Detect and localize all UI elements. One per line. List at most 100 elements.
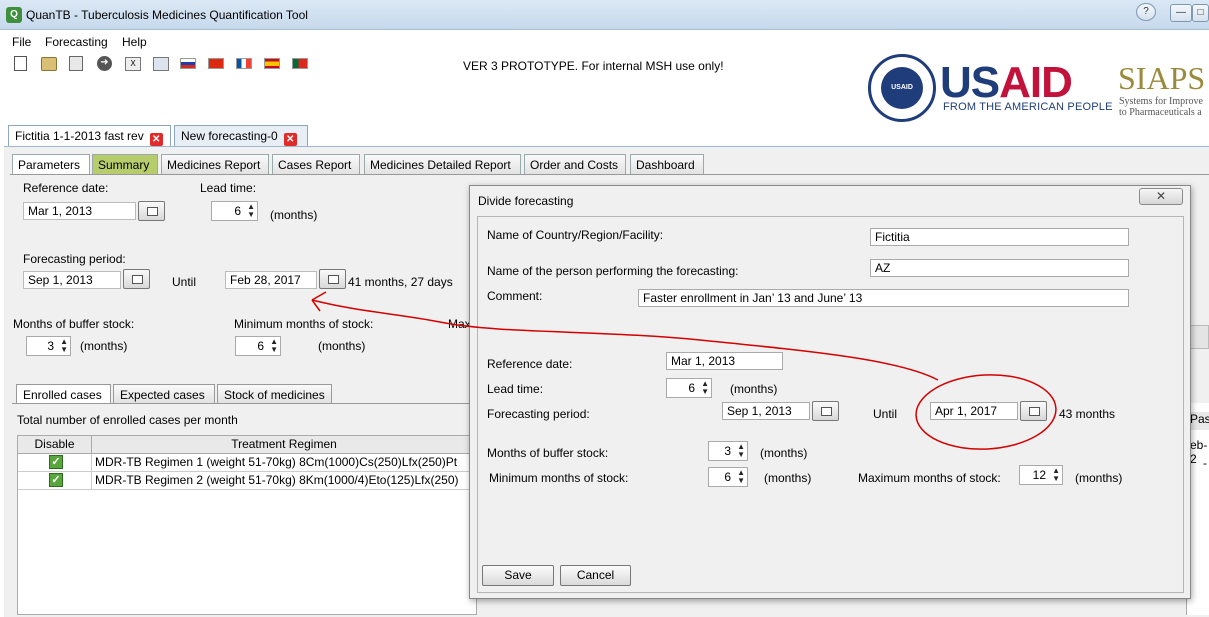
tab-cases-report[interactable]: Cases Report [272, 154, 360, 174]
disable-checkbox[interactable]: ✓ [49, 455, 63, 469]
cancel-button[interactable]: Cancel [560, 565, 631, 586]
reference-date-field[interactable]: Mar 1, 2013 [23, 202, 136, 220]
min-stock-unit: (months) [318, 339, 366, 353]
minimize-button[interactable]: — [1170, 4, 1192, 22]
column-header-regimen[interactable]: Treatment Regimen [92, 436, 476, 454]
tab-medicines-detailed-report[interactable]: Medicines Detailed Report [364, 154, 521, 174]
min-stock-label: Minimum months of stock: [234, 317, 374, 331]
tab-dashboard[interactable]: Dashboard [630, 154, 704, 174]
period-length: 41 months, 27 days [348, 275, 453, 289]
calendar-icon[interactable] [812, 401, 839, 421]
dialog-min-stock-spinner[interactable]: 6 ▲ ▼ [708, 467, 748, 487]
flag-es-icon[interactable] [264, 58, 280, 69]
tab-enrolled-cases[interactable]: Enrolled cases [16, 384, 111, 403]
period-end-field[interactable]: Feb 28, 2017 [225, 271, 317, 289]
close-tab-icon[interactable]: ✕ [283, 133, 297, 146]
menu-file[interactable]: File [12, 35, 31, 49]
new-document-icon[interactable] [14, 56, 27, 71]
save-button[interactable]: Save [482, 565, 554, 586]
usaid-seal-logo: USAID [868, 54, 936, 122]
cell-fragment: - [1203, 456, 1207, 470]
prototype-notice: VER 3 PROTOTYPE. For internal MSH use on… [463, 59, 724, 73]
doc-tab-fictitia[interactable]: Fictitia 1-1-2013 fast rev ✕ [8, 125, 171, 146]
person-label: Name of the person performing the foreca… [487, 264, 739, 278]
dialog-lead-time-label: Lead time: [487, 382, 544, 396]
tab-summary[interactable]: Summary [92, 154, 158, 174]
dialog-buffer-stock-spinner[interactable]: 3 ▲ ▼ [708, 441, 748, 461]
dialog-max-stock-label: Maximum months of stock: [858, 471, 1001, 485]
window-title: QuanTB - Tuberculosis Medicines Quantifi… [26, 8, 308, 22]
tab-medicines-report[interactable]: Medicines Report [161, 154, 269, 174]
open-folder-icon[interactable] [41, 57, 57, 71]
go-arrow-icon[interactable]: ➜ [97, 56, 112, 71]
forecasting-period-label: Forecasting period: [23, 252, 126, 266]
right-panel-fragment [1190, 325, 1209, 349]
maximize-button[interactable]: □ [1192, 4, 1209, 22]
tab-stock-of-medicines[interactable]: Stock of medicines [217, 384, 332, 403]
flag-cn-icon[interactable] [208, 58, 224, 69]
calendar-icon[interactable] [1020, 401, 1047, 421]
regimen-cell: MDR-TB Regimen 1 (weight 51-70kg) 8Cm(10… [95, 455, 458, 469]
close-tab-icon[interactable]: ✕ [149, 133, 163, 146]
dialog-until-label: Until [873, 407, 898, 421]
dialog-reference-date-label: Reference date: [487, 357, 573, 371]
help-icon[interactable]: ? [1136, 3, 1156, 21]
excel-export-icon[interactable]: X [125, 57, 141, 71]
comment-field[interactable]: Faster enrollment in Jan’ 13 and June’ 1… [638, 289, 1129, 307]
flag-pt-icon[interactable] [292, 58, 308, 69]
dialog-period-length: 43 months [1059, 407, 1116, 421]
usaid-tagline: FROM THE AMERICAN PEOPLE [943, 101, 1113, 113]
save-disk-icon[interactable] [69, 56, 83, 71]
dialog-lead-time-unit: (months) [730, 382, 778, 396]
lead-time-unit: (months) [270, 208, 318, 222]
country-label: Name of Country/Region/Facility: [487, 228, 664, 242]
table-caption: Total number of enrolled cases per month [17, 413, 238, 427]
person-field[interactable]: AZ [870, 259, 1129, 277]
max-stock-label: Max [448, 317, 471, 331]
tab-order-and-costs[interactable]: Order and Costs [524, 154, 626, 174]
regimen-cell: MDR-TB Regimen 2 (weight 51-70kg) 8Km(10… [95, 473, 459, 487]
page-tabs-divider [10, 174, 1209, 175]
calendar-icon[interactable] [319, 269, 346, 289]
dialog-period-start-field[interactable]: Sep 1, 2013 [722, 402, 810, 420]
column-header-disable[interactable]: Disable [18, 436, 92, 454]
menu-help[interactable]: Help [122, 35, 147, 49]
calendar-icon[interactable] [123, 269, 150, 289]
dialog-title: Divide forecasting [478, 194, 574, 208]
dialog-lead-time-spinner[interactable]: 6 ▲ ▼ [666, 378, 712, 398]
min-stock-spinner[interactable]: 6 ▲ ▼ [235, 336, 281, 356]
period-start-field[interactable]: Sep 1, 2013 [23, 271, 121, 289]
table-row[interactable]: ✓ MDR-TB Regimen 2 (weight 51-70kg) 8Km(… [18, 472, 476, 490]
buffer-stock-spinner[interactable]: 3 ▲ ▼ [26, 336, 71, 356]
lead-time-label: Lead time: [200, 181, 257, 195]
close-icon[interactable]: ✕ [1139, 188, 1183, 205]
tab-expected-cases[interactable]: Expected cases [113, 384, 215, 403]
dialog-reference-date-field[interactable]: Mar 1, 2013 [666, 352, 783, 370]
dialog-max-stock-unit: (months) [1075, 471, 1123, 485]
dialog-max-stock-spinner[interactable]: 12 ▲ ▼ [1019, 465, 1063, 485]
buffer-stock-label: Months of buffer stock: [13, 317, 135, 331]
flag-fr-icon[interactable] [236, 58, 252, 69]
menu-forecasting[interactable]: Forecasting [45, 35, 108, 49]
flag-ru-icon[interactable] [180, 58, 196, 69]
until-label: Until [172, 275, 197, 289]
lead-time-spinner[interactable]: 6 ▲ ▼ [211, 201, 258, 221]
dialog-period-end-field[interactable]: Apr 1, 2017 [930, 402, 1018, 420]
buffer-stock-unit: (months) [80, 339, 128, 353]
window-icon[interactable] [153, 57, 169, 71]
disable-checkbox[interactable]: ✓ [49, 473, 63, 487]
dialog-buffer-stock-unit: (months) [760, 446, 808, 460]
doc-tab-new-forecasting[interactable]: New forecasting-0 ✕ [174, 125, 308, 146]
siaps-logo: SIAPS [1118, 60, 1206, 96]
dialog-min-stock-label: Minimum months of stock: [489, 471, 629, 485]
country-field[interactable]: Fictitia [870, 228, 1129, 246]
app-logo-icon: Q [6, 7, 22, 23]
dialog-forecasting-period-label: Forecasting period: [487, 407, 590, 421]
siaps-tagline: Systems for Improve to Pharmaceuticals a [1119, 96, 1203, 118]
dialog-min-stock-unit: (months) [764, 471, 812, 485]
calendar-icon[interactable] [138, 201, 165, 221]
column-header-fragment: Pas [1190, 412, 1209, 430]
dialog-buffer-stock-label: Months of buffer stock: [487, 446, 609, 460]
tab-parameters[interactable]: Parameters [12, 154, 90, 174]
table-row[interactable]: ✓ MDR-TB Regimen 1 (weight 51-70kg) 8Cm(… [18, 454, 476, 472]
